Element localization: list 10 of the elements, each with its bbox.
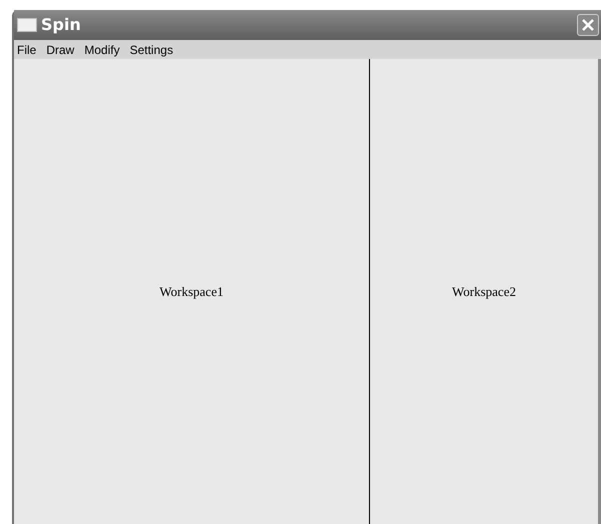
menu-item[interactable]: Modify [84,40,120,58]
window-title: Spin [41,14,81,36]
menu-item[interactable]: Settings [130,40,174,58]
workspace-label: Workspace2 [452,282,516,301]
workspace-label: Workspace1 [160,282,224,301]
menu-item[interactable]: Draw [46,40,74,58]
window-icon [17,18,37,32]
menu-item[interactable]: File [17,40,36,58]
close-button[interactable] [577,14,599,36]
close-icon [581,18,595,32]
